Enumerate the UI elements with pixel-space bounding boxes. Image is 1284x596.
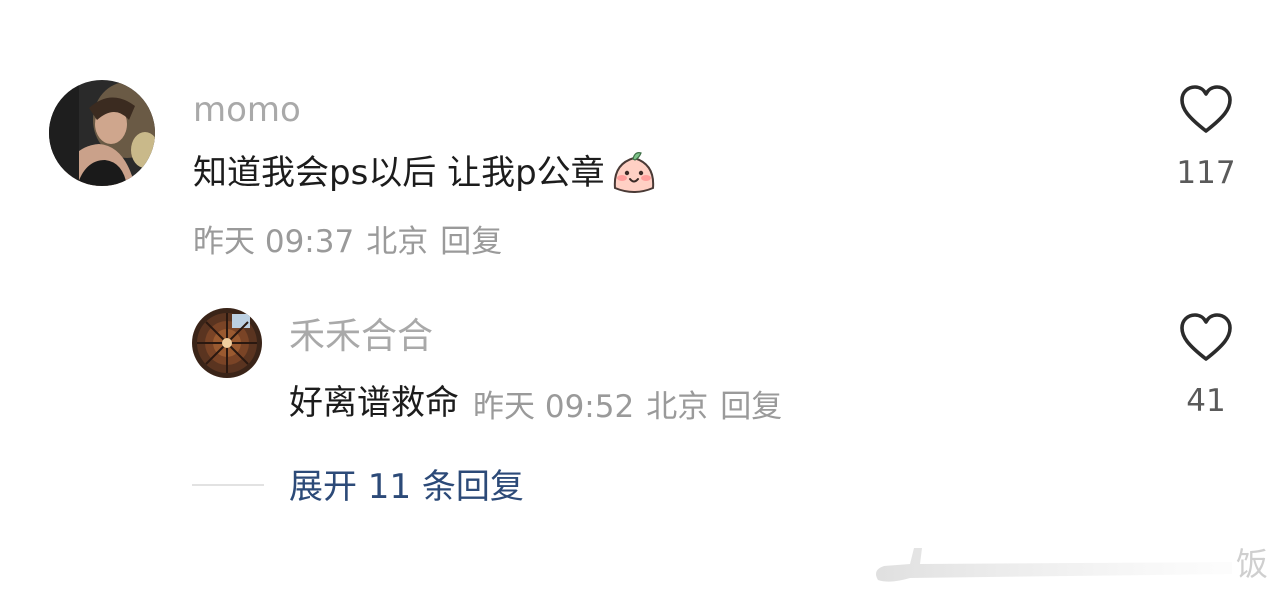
reply-like-count: 41 xyxy=(1186,383,1226,419)
avatar-image xyxy=(192,308,262,378)
comment-like-button[interactable] xyxy=(1178,84,1234,136)
comment-content: 知道我会ps以后 让我p公章 xyxy=(193,150,659,196)
heart-outline-icon xyxy=(1180,85,1232,133)
avatar[interactable] xyxy=(49,80,155,186)
watermark-graphic xyxy=(876,548,1232,582)
expand-replies-button[interactable]: 展开 11 条回复 xyxy=(289,464,524,510)
reply-avatar[interactable] xyxy=(192,308,262,378)
reply-username[interactable]: 禾禾合合 xyxy=(289,314,433,360)
reply-reply-button[interactable]: 回复 xyxy=(720,381,782,426)
watermark-text: 饭 xyxy=(1236,545,1269,583)
pink-bun-face-emoji-icon xyxy=(609,150,659,196)
comment-time: 昨天 09:37 xyxy=(193,224,355,260)
comment-meta: 昨天 09:37 北京 回复 xyxy=(193,222,502,262)
avatar-image xyxy=(49,80,155,186)
comment-username[interactable]: momo xyxy=(193,88,301,132)
watermark: 饭 xyxy=(870,540,1270,592)
reply-location: 北京 xyxy=(646,388,709,425)
comment-like-count: 117 xyxy=(1176,155,1236,191)
expand-divider xyxy=(192,484,264,486)
comment-text: 知道我会ps以后 让我p公章 xyxy=(193,153,605,193)
reply-text: 好离谱救命 xyxy=(289,383,459,423)
reply-content-row: 好离谱救命 昨天 09:52 北京 回复 xyxy=(289,380,782,426)
reply-like-button[interactable] xyxy=(1178,312,1234,364)
comment-location: 北京 xyxy=(366,224,429,260)
reply-time: 昨天 09:52 xyxy=(473,388,635,425)
heart-outline-icon xyxy=(1180,313,1232,361)
comment-reply-button[interactable]: 回复 xyxy=(440,222,502,262)
